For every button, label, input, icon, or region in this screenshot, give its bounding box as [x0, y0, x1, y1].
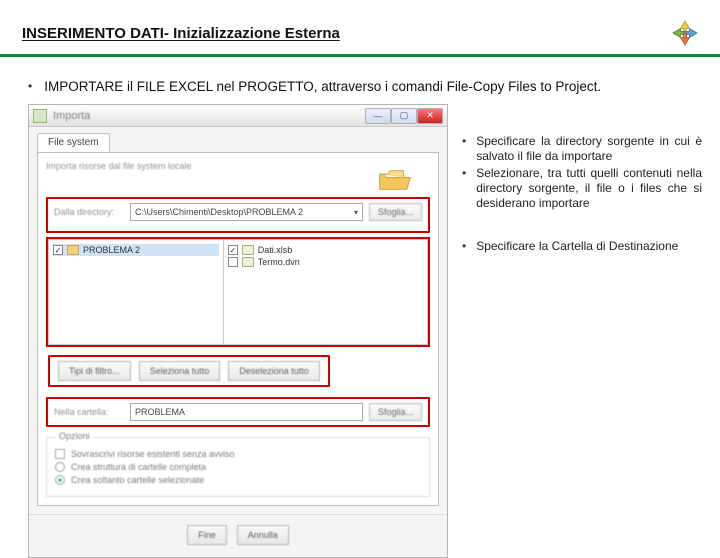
options-group: Opzioni Sovrascrivi risorse esistenti se…	[46, 437, 430, 497]
file-icon	[242, 257, 254, 267]
select-all-button[interactable]: Seleziona tutto	[139, 361, 221, 381]
main-bullet: • IMPORTARE il FILE EXCEL nel PROGETTO, …	[0, 57, 720, 104]
tree-folder-item[interactable]: PROBLEMA 2	[53, 244, 219, 256]
list-item[interactable]: Termo.dvn	[228, 256, 423, 268]
slide-title: INSERIMENTO DATI- Inizializzazione Ester…	[0, 0, 720, 57]
from-directory-value: C:\Users\Chimenti\Desktop\PROBLEMA 2	[135, 207, 303, 217]
tabstrip: File system	[29, 127, 447, 152]
checkbox-icon[interactable]	[228, 257, 238, 267]
destination-highlight: Nella cartella: PROBLEMA Sfoglia...	[46, 397, 430, 427]
file-label: Termo.dvn	[258, 257, 300, 267]
note-source-dir: Specificare la directory sorgente in cui…	[476, 134, 702, 164]
file-label: Dati.xlsb	[258, 245, 293, 255]
title-suffix: - Inizializzazione Esterna	[164, 25, 340, 42]
finish-button[interactable]: Fine	[187, 525, 227, 545]
into-folder-value: PROBLEMA	[135, 407, 185, 417]
dialog-app-icon	[33, 109, 47, 123]
dialog-titlebar[interactable]: Importa — ▢ ✕	[29, 105, 447, 127]
option-full-structure[interactable]: Crea struttura di cartelle completa	[55, 462, 421, 472]
checkbox-icon[interactable]	[55, 449, 65, 459]
arrows-icon	[670, 18, 700, 48]
from-directory-label: Dalla directory:	[54, 207, 124, 217]
title-prefix: INSERIMENTO DATI	[22, 25, 164, 42]
checkbox-icon[interactable]	[228, 245, 238, 255]
window-close-button[interactable]: ✕	[417, 108, 443, 124]
import-dialog: Importa — ▢ ✕ File system Importa risors…	[28, 104, 448, 558]
browse-source-button[interactable]: Sfoglia...	[369, 203, 422, 221]
main-bullet-text: IMPORTARE il FILE EXCEL nel PROGETTO, at…	[44, 79, 601, 94]
window-maximize-button[interactable]: ▢	[391, 108, 417, 124]
bullet-dot: •	[462, 134, 466, 148]
side-notes: • Specificare la directory sorgente in c…	[458, 104, 720, 282]
browse-dest-button[interactable]: Sfoglia...	[369, 403, 422, 421]
option-overwrite[interactable]: Sovrascrivi risorse esistenti senza avvi…	[55, 449, 421, 459]
option-selected-only[interactable]: Crea soltanto cartelle selezionate	[55, 475, 421, 485]
radio-icon[interactable]	[55, 462, 65, 472]
note-destination: Specificare la Cartella di Destinazione	[476, 239, 678, 254]
folder-tree[interactable]: PROBLEMA 2	[48, 239, 223, 345]
bullet-dot: •	[462, 166, 466, 180]
from-directory-input[interactable]: C:\Users\Chimenti\Desktop\PROBLEMA 2 ▾	[130, 203, 363, 221]
chevron-down-icon[interactable]: ▾	[354, 208, 358, 217]
options-legend: Opzioni	[55, 431, 94, 441]
deselect-all-button[interactable]: Deseleziona tutto	[228, 361, 320, 381]
selection-buttons-highlight: Tipi di filtro... Seleziona tutto Desele…	[46, 355, 430, 387]
radio-icon[interactable]	[55, 475, 65, 485]
window-minimize-button[interactable]: —	[365, 108, 391, 124]
tree-folder-label: PROBLEMA 2	[83, 245, 140, 255]
filter-types-button[interactable]: Tipi di filtro...	[58, 361, 131, 381]
dialog-title: Importa	[53, 110, 365, 122]
folder-icon	[67, 245, 79, 255]
checkbox-icon[interactable]	[53, 245, 63, 255]
bullet-dot: •	[462, 239, 466, 253]
note-select-files: Selezionare, tra tutti quelli contenuti …	[476, 166, 702, 211]
dialog-footer: Fine Annulla	[29, 514, 447, 557]
list-item[interactable]: Dati.xlsb	[228, 244, 423, 256]
into-folder-label: Nella cartella:	[54, 407, 124, 417]
source-directory-highlight: Dalla directory: C:\Users\Chimenti\Deskt…	[46, 197, 430, 233]
tab-file-system[interactable]: File system	[37, 133, 110, 152]
file-icon	[242, 245, 254, 255]
dialog-description: Importa risorse dal file system locale	[46, 161, 430, 171]
file-list[interactable]: Dati.xlsb Termo.dvn	[223, 239, 428, 345]
folder-open-icon	[378, 167, 412, 193]
file-selection-highlight: PROBLEMA 2 Dati.xlsb Termo.dvn	[46, 237, 430, 347]
into-folder-input[interactable]: PROBLEMA	[130, 403, 363, 421]
bullet-dot: •	[28, 79, 32, 93]
cancel-button[interactable]: Annulla	[237, 525, 289, 545]
